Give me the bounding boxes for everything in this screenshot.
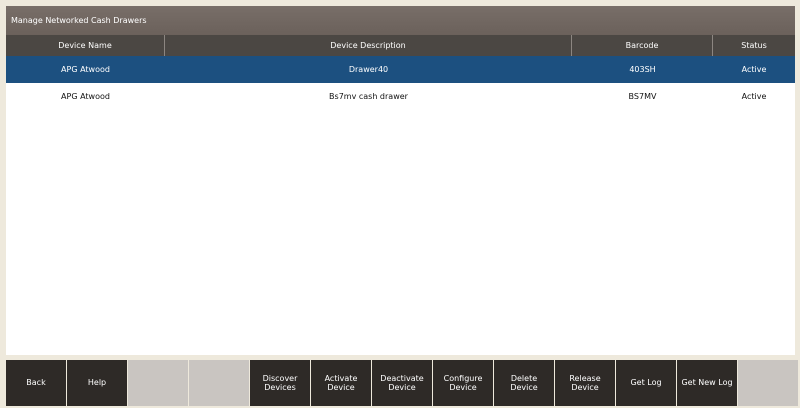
column-header-status[interactable]: Status	[713, 35, 795, 56]
activate-device-button[interactable]: Activate Device	[311, 360, 371, 406]
cell-status: Active	[741, 92, 767, 101]
cell-status: Active	[741, 65, 767, 74]
grid-header: Device Name Device Description Barcode S…	[6, 35, 795, 56]
empty-button-slot	[128, 360, 188, 406]
release-device-button[interactable]: Release Device	[555, 360, 615, 406]
cell-device-description: Bs7mv cash drawer	[329, 92, 408, 101]
get-log-button[interactable]: Get Log	[616, 360, 676, 406]
discover-devices-button[interactable]: Discover Devices	[250, 360, 310, 406]
cell-device-description: Drawer40	[348, 65, 389, 74]
table-row[interactable]: APG Atwood Drawer40 403SH Active	[6, 56, 795, 83]
configure-device-button[interactable]: Configure Device	[433, 360, 493, 406]
empty-button-slot	[189, 360, 249, 406]
cell-barcode: 403SH	[629, 65, 656, 74]
manage-cash-drawers-window: Manage Networked Cash Drawers Device Nam…	[6, 6, 795, 355]
cell-device-name: APG Atwood	[61, 92, 110, 101]
get-new-log-button[interactable]: Get New Log	[677, 360, 737, 406]
window-title: Manage Networked Cash Drawers	[6, 6, 795, 35]
table-row[interactable]: APG Atwood Bs7mv cash drawer BS7MV Activ…	[6, 83, 795, 110]
back-button[interactable]: Back	[6, 360, 66, 406]
help-button[interactable]: Help	[67, 360, 127, 406]
delete-device-button[interactable]: Delete Device	[494, 360, 554, 406]
cell-barcode: BS7MV	[628, 92, 657, 101]
device-grid: APG Atwood Drawer40 403SH Active APG Atw…	[6, 56, 795, 110]
column-header-device-description[interactable]: Device Description	[165, 35, 572, 56]
column-header-device-name[interactable]: Device Name	[6, 35, 165, 56]
column-header-barcode[interactable]: Barcode	[572, 35, 713, 56]
deactivate-device-button[interactable]: Deactivate Device	[372, 360, 432, 406]
cell-device-name: APG Atwood	[61, 65, 110, 74]
function-toolbar: Back Help Discover Devices Activate Devi…	[6, 360, 798, 406]
disabled-button	[738, 360, 798, 406]
